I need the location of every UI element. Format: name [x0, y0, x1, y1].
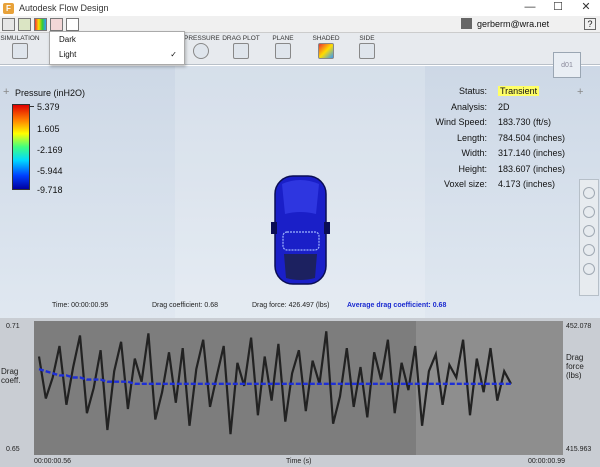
mirror-right — [324, 222, 330, 234]
time-readout: Time: 00:00:00.95 — [52, 302, 109, 309]
y-left-min: 0.65 — [6, 446, 20, 453]
y-right-max: 452.078 — [566, 323, 592, 330]
average-drag-readout: Average drag coefficient: 0.68 — [347, 302, 447, 309]
drag-force-readout: Drag force: 426.497 (lbs) — [252, 302, 330, 309]
status-key: Width: — [461, 148, 487, 158]
plus-icon[interactable]: + — [3, 86, 9, 98]
color-scale — [12, 104, 30, 190]
window-title: Autodesk Flow Design — [19, 3, 109, 13]
view-cube[interactable]: d01 — [553, 52, 581, 78]
status-key: Length: — [456, 132, 487, 143]
tab-side[interactable]: SIDE — [349, 33, 385, 65]
drag-plot-icon — [233, 43, 249, 59]
tab-drag-plot[interactable]: DRAG PLOT — [221, 33, 261, 65]
legend-value: 5.379 — [37, 102, 60, 112]
status-value: 183.730 (ft/s) — [498, 117, 552, 127]
tab-plane[interactable]: PLANE — [265, 33, 301, 65]
simulation-icon — [12, 43, 28, 59]
user-email: gerberm@wra.net — [477, 18, 550, 29]
y-right-label: Drag force (lbs) — [566, 353, 584, 380]
user-account[interactable]: gerberm@wra.net — [461, 18, 549, 29]
status-value: 784.504 (inches) — [498, 132, 566, 143]
window-icon[interactable] — [66, 18, 79, 31]
drag-chart — [37, 321, 563, 455]
avatar — [461, 18, 472, 29]
legend-value: 1.605 — [37, 124, 60, 134]
fit-icon[interactable] — [583, 263, 595, 275]
status-value: 317.140 (inches) — [498, 148, 566, 158]
zoom-icon[interactable] — [583, 225, 595, 237]
maximize-button[interactable]: ☐ — [544, 0, 572, 16]
side-view-icon — [359, 43, 375, 59]
car-rear-window — [284, 254, 317, 280]
help-button[interactable]: ? — [584, 18, 596, 30]
pan-icon[interactable] — [583, 206, 595, 218]
status-value: 4.173 (inches) — [498, 179, 556, 189]
x-min-label: 00:00:00.56 — [34, 458, 71, 465]
legend-value: -9.718 — [37, 185, 63, 195]
status-value: 183.607 (inches) — [498, 163, 566, 174]
theme-menu: Dark Light ✓ — [49, 31, 185, 65]
plus-icon[interactable]: + — [577, 86, 583, 98]
shaded-icon — [318, 43, 334, 59]
theme-icon[interactable] — [50, 18, 63, 31]
status-key: Wind Speed: — [435, 117, 487, 127]
scale-tick — [30, 106, 34, 107]
drag-coefficient-readout: Drag coefficient: 0.68 — [152, 302, 219, 309]
shield-icon[interactable] — [18, 18, 31, 31]
plane-icon — [275, 43, 291, 59]
close-button[interactable]: ✕ — [572, 0, 600, 16]
plot-future-region — [416, 321, 563, 455]
orbit-icon[interactable] — [583, 187, 595, 199]
color-palette-icon[interactable] — [34, 18, 47, 31]
app-logo-icon: F — [3, 2, 14, 14]
status-value: Transient — [498, 86, 540, 96]
legend-title: Pressure (inH2O) — [15, 88, 86, 98]
checkmark-icon: ✓ — [170, 50, 177, 59]
theme-option-dark[interactable]: Dark — [50, 32, 184, 47]
status-key: Status: — [458, 86, 487, 96]
gauge-icon — [192, 43, 209, 59]
y-left-max: 0.71 — [6, 323, 20, 330]
mirror-left — [271, 222, 277, 234]
status-key: Analysis: — [450, 101, 487, 112]
menu-icon[interactable] — [2, 18, 15, 31]
status-key: Height: — [458, 163, 487, 174]
tab-pressure[interactable]: PRESSURE — [184, 33, 220, 65]
minimize-button[interactable]: — — [516, 0, 544, 16]
navigation-bar — [579, 179, 599, 296]
tab-shaded[interactable]: SHADED — [306, 33, 346, 65]
x-axis-label: Time (s) — [286, 458, 312, 465]
status-value: 2D — [498, 101, 510, 112]
x-max-label: 00:00:00.99 — [528, 458, 565, 465]
look-icon[interactable] — [583, 244, 595, 256]
y-right-min: 415.963 — [566, 446, 592, 453]
tab-simulation[interactable]: SIMULATION — [0, 33, 40, 65]
y-left-label: Drag coeff. — [1, 367, 21, 385]
status-key: Voxel size: — [443, 179, 487, 189]
legend-value: -2.169 — [37, 145, 63, 155]
legend-value: -5.944 — [37, 166, 63, 176]
car-hood — [282, 180, 319, 214]
car-model[interactable] — [270, 174, 331, 286]
title-bar: F Autodesk Flow Design — ☐ ✕ — [0, 0, 600, 16]
theme-option-light[interactable]: Light ✓ — [50, 47, 184, 62]
